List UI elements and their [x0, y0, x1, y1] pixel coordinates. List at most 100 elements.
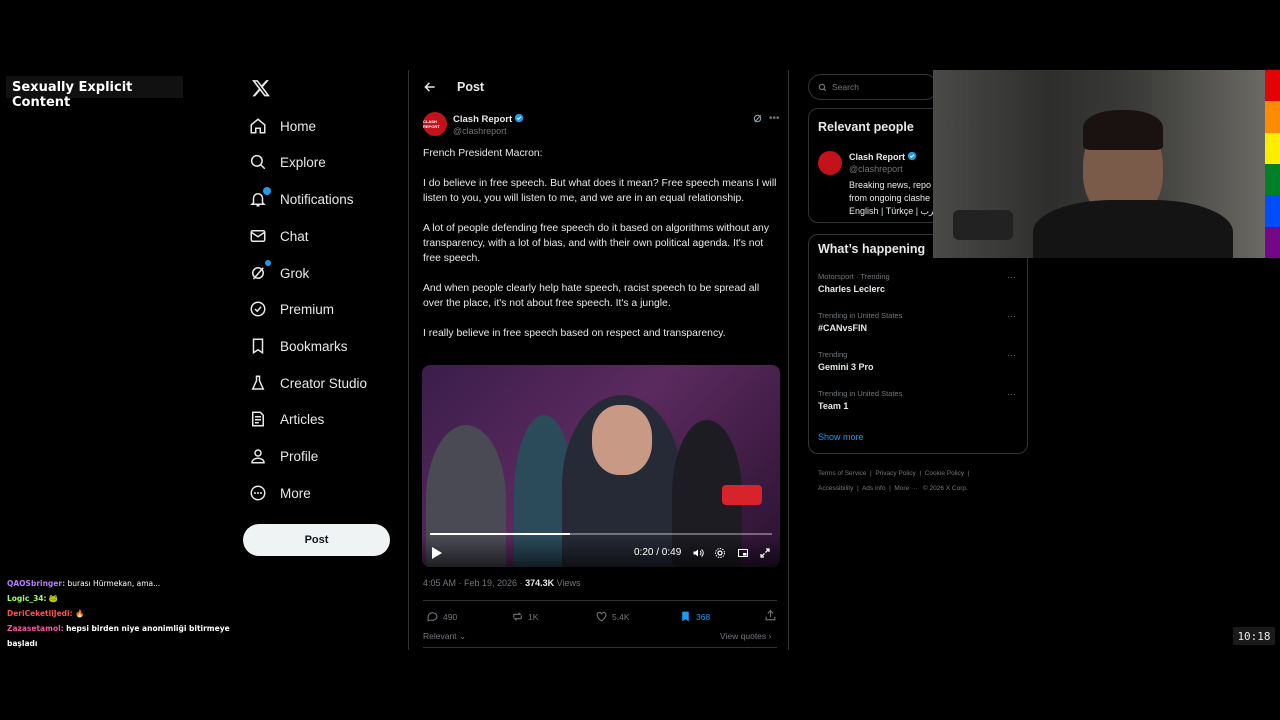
- stream-clock: 10:18: [1233, 627, 1275, 645]
- nav-item-creator-studio[interactable]: Creator Studio: [249, 368, 367, 398]
- footer-link-cookie[interactable]: Cookie Policy: [925, 470, 964, 477]
- trend-category: Motorsport · Trending: [818, 272, 890, 281]
- trend-name[interactable]: Gemini 3 Pro: [818, 362, 874, 372]
- nav-item-explore[interactable]: Explore: [249, 147, 326, 177]
- video-progress-bar[interactable]: [430, 533, 772, 535]
- chat-username: DeriCeketliJedi:: [7, 609, 73, 618]
- bookmark-icon: [252, 338, 264, 355]
- author-avatar[interactable]: CLASH REPORT: [423, 112, 447, 136]
- home-icon: [250, 118, 266, 134]
- nav-label: Explore: [280, 154, 326, 170]
- grok-badge: [265, 260, 271, 266]
- relevant-person-name[interactable]: Clash Report: [849, 151, 917, 162]
- whats-happening-title: What’s happening: [818, 242, 926, 256]
- whats-happening-panel: [808, 234, 1028, 454]
- play-icon[interactable]: [432, 547, 442, 559]
- nav-item-chat[interactable]: Chat: [249, 221, 309, 251]
- x-logo-icon[interactable]: [251, 78, 271, 98]
- trend-more-icon[interactable]: ···: [1007, 389, 1016, 399]
- volume-icon[interactable]: [692, 547, 704, 559]
- picture-in-picture-icon[interactable]: [737, 547, 749, 559]
- grok-icon: [252, 267, 264, 280]
- nav-item-premium[interactable]: Premium: [249, 294, 334, 324]
- sort-replies-dropdown[interactable]: Relevant ⌄: [423, 631, 466, 642]
- trend-more-icon[interactable]: ···: [1007, 311, 1016, 321]
- nav-label: Articles: [280, 411, 325, 427]
- video-controls: [422, 537, 780, 567]
- footer-link-more[interactable]: More ···: [894, 485, 917, 492]
- flask-icon: [251, 375, 265, 390]
- search-input[interactable]: Search: [808, 74, 938, 100]
- footer-link-privacy[interactable]: Privacy Policy: [875, 470, 915, 477]
- nav-item-home[interactable]: Home: [249, 111, 316, 141]
- trend-category: Trending in United States: [818, 311, 903, 320]
- nav-item-articles[interactable]: Articles: [249, 404, 324, 434]
- search-icon: [818, 83, 827, 91]
- bookmark-button[interactable]: 368: [679, 610, 710, 623]
- chat-text: burası Hürmekan, ama...: [67, 579, 161, 588]
- post-button[interactable]: Post: [243, 524, 390, 556]
- author-name[interactable]: Clash Report: [453, 113, 524, 125]
- relevant-people-title: Relevant people: [818, 120, 914, 134]
- video-face: [592, 405, 652, 475]
- nav-item-grok[interactable]: Grok: [249, 258, 309, 288]
- footer-link-accessibility[interactable]: Accessibility: [818, 485, 853, 492]
- footer-link-ads[interactable]: Ads info: [862, 485, 886, 492]
- stream-chat: QAOSbringer: burası Hürmekan, ama... Log…: [7, 576, 257, 651]
- trend-category: Trending: [818, 350, 848, 359]
- chat-username: Logic_34:: [7, 594, 47, 603]
- trend-more-icon[interactable]: ···: [1007, 350, 1016, 360]
- nav-item-bookmarks[interactable]: Bookmarks: [249, 331, 348, 361]
- person-icon: [251, 449, 265, 464]
- more-options-icon[interactable]: •••: [769, 113, 780, 124]
- nav-label: Profile: [280, 448, 319, 464]
- nav-item-more[interactable]: More: [249, 478, 311, 508]
- footer-link-terms[interactable]: Terms of Service: [818, 470, 866, 477]
- pride-flag-strip: [1265, 70, 1280, 258]
- relevant-person-avatar[interactable]: [818, 151, 842, 175]
- nav-item-profile[interactable]: Profile: [249, 441, 318, 471]
- verified-badge-icon: [514, 113, 524, 123]
- like-button[interactable]: 5.4K: [595, 610, 630, 623]
- view-quotes-label: View quotes: [720, 631, 767, 641]
- views-count: 374.3K: [525, 578, 555, 588]
- tweet-paragraph: A lot of people defending free speech do…: [423, 223, 770, 264]
- relevant-person-handle: @clashreport: [849, 164, 903, 174]
- heart-icon: [596, 611, 607, 622]
- nav-label: Creator Studio: [280, 375, 368, 391]
- post-timestamp[interactable]: 4:05 AM · Feb 19, 2026 ·: [423, 578, 525, 588]
- grok-explain-icon[interactable]: [752, 113, 763, 124]
- share-icon[interactable]: [764, 609, 777, 622]
- nav-item-notifications[interactable]: Notifications: [249, 184, 354, 214]
- bookmark-count: 368: [696, 611, 711, 622]
- verified-badge-icon: [907, 151, 917, 161]
- nav-label: Chat: [280, 228, 309, 244]
- repost-count: 1K: [528, 611, 539, 622]
- repost-button[interactable]: 1K: [511, 610, 538, 623]
- settings-gear-icon[interactable]: [714, 547, 726, 559]
- tweet-paragraph: I really believe in free speech based on…: [423, 328, 726, 339]
- tweet-paragraph: And when people clearly help hate speech…: [423, 283, 760, 309]
- post-metadata: 4:05 AM · Feb 19, 2026 · 374.3K Views: [423, 578, 580, 588]
- trend-name[interactable]: Charles Leclerc: [818, 284, 885, 294]
- emote-icon: 🐸: [48, 594, 59, 603]
- fullscreen-icon[interactable]: [759, 547, 771, 559]
- author-handle[interactable]: @clashreport: [453, 126, 507, 136]
- video-player[interactable]: 0:20 / 0:49: [422, 365, 780, 567]
- emote-icon: 🔥: [74, 609, 85, 618]
- bio-line: from ongoing clashe: [849, 193, 931, 203]
- reply-button[interactable]: 490: [426, 610, 457, 623]
- relevant-person-bio: Breaking news, repo from ongoing clashe …: [849, 179, 939, 218]
- trend-name[interactable]: Team 1: [818, 401, 848, 411]
- show-more-link[interactable]: Show more: [818, 432, 864, 442]
- back-arrow-icon[interactable]: [423, 80, 437, 94]
- post-column: Post CLASH REPORT Clash Report @clashrep…: [408, 70, 789, 650]
- view-quotes-link[interactable]: View quotes ›: [720, 631, 771, 641]
- tweet-paragraph: French President Macron:: [423, 148, 543, 159]
- like-count: 5.4K: [612, 611, 630, 622]
- trend-more-icon[interactable]: ···: [1007, 272, 1016, 282]
- chat-message: Zazasetamol: hepsi birden niye anonimliğ…: [7, 621, 257, 651]
- bookmark-filled-icon: [682, 611, 689, 622]
- microphone-icon: [953, 210, 1013, 240]
- trend-name[interactable]: #CANvsFIN: [818, 323, 867, 333]
